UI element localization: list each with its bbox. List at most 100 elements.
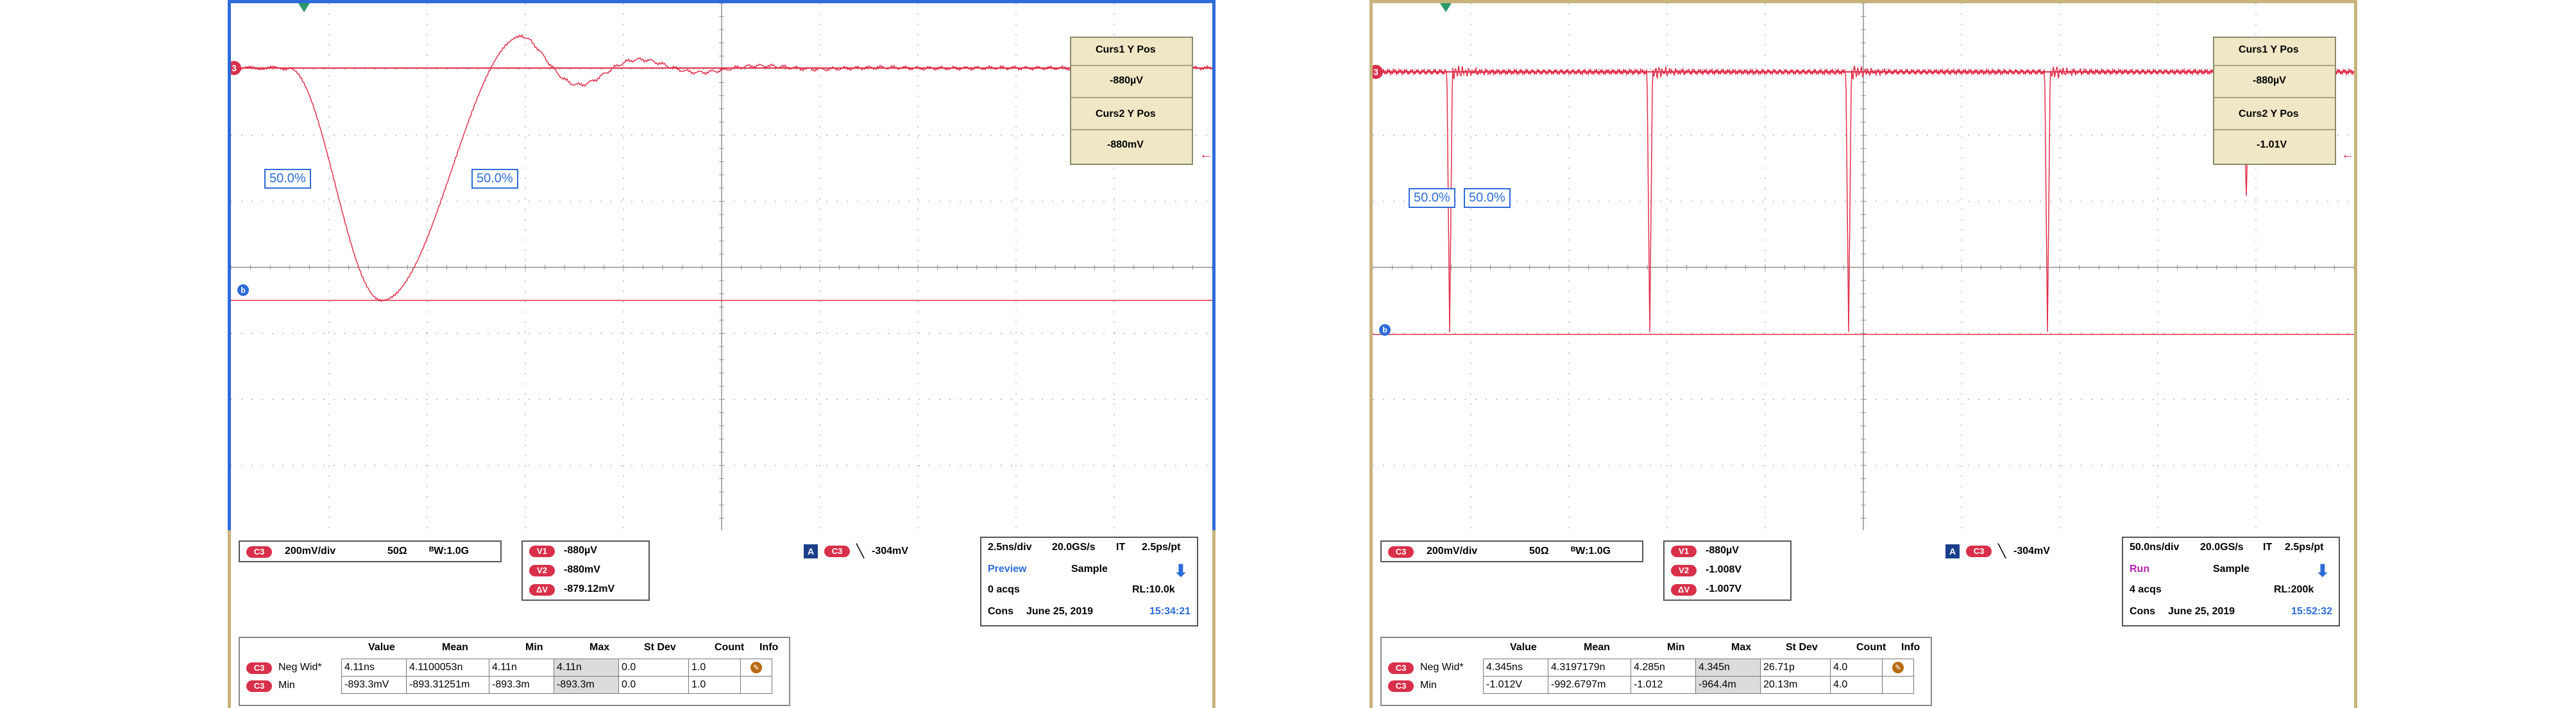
timebase-settings[interactable]: 2.5ns/div 20.0GS/s IT 2.5ps/pt Preview S…: [980, 537, 1198, 626]
table-row: 4.11ns 4.1100053n 4.11n 4.11n 0.0 1.0 ✎: [341, 659, 772, 677]
time-per-div: 50.0ns/div: [2130, 542, 2180, 553]
meas-cell: -893.31251m: [406, 676, 489, 694]
meas-cell: 1.0: [688, 659, 741, 677]
meas-cell: 20.13m: [1760, 676, 1831, 694]
scope-screenshot-1: 3 b 50.0% 50.0% Curs1 Y Pos -880µV Curs2…: [228, 0, 1216, 708]
channel-bandwidth: ᴮW:1.0G: [1571, 546, 1611, 557]
measurement-table: 4.11ns 4.1100053n 4.11n 4.11n 0.0 1.0 ✎ …: [341, 659, 772, 694]
cursor-v2-badge: V2: [529, 565, 555, 576]
measurement-50pct-left: 50.0%: [264, 169, 311, 189]
info-icon[interactable]: ✎: [750, 662, 762, 673]
curs2-label: Curs2 Y Pos: [1096, 108, 1156, 119]
cursor-readout-box: Curs1 Y Pos -880µV Curs2 Y Pos -1.01V: [2213, 37, 2336, 165]
channel-settings[interactable]: C3 200mV/div 50Ω ᴮW:1.0G: [239, 540, 502, 562]
time-per-div: 2.5ns/div: [988, 542, 1032, 553]
channel-3-marker: 3: [231, 61, 241, 75]
cons-label: Cons: [988, 606, 1013, 617]
table-row: 4.345ns 4.3197179n 4.285n 4.345n 26.71p …: [1483, 659, 1914, 677]
measurement-50pct-right: 50.0%: [471, 169, 518, 189]
cursor-v1-badge: V1: [529, 546, 555, 557]
falling-edge-icon: ╲: [1998, 544, 2006, 558]
curs2-label: Curs2 Y Pos: [2239, 108, 2299, 119]
meas-cell: 4.11n: [554, 659, 619, 677]
meas-header-min: Min: [525, 642, 543, 653]
meas-cell: [1882, 676, 1914, 694]
meas-cell: -964.4m: [1695, 676, 1761, 694]
cursor-v1-badge: V1: [1671, 546, 1697, 557]
trigger-source-badge: C3: [824, 546, 850, 557]
cursor-v2-value: -1.008V: [1706, 564, 1742, 575]
curs1-value: -880µV: [1110, 75, 1143, 86]
meas-cell: -1.012: [1631, 676, 1696, 694]
trigger-level: -304mV: [872, 546, 908, 557]
meas-header-mean: Mean: [1584, 642, 1610, 653]
meas-header-info: Info: [759, 642, 779, 653]
measurement-50pct-right: 50.0%: [1464, 188, 1511, 208]
meas-row1-name: Neg Wid*: [278, 662, 322, 673]
cursor-v1-value: -880µV: [1706, 545, 1739, 556]
meas-cell: 4.285n: [1631, 659, 1696, 677]
trigger-settings[interactable]: A C3 ╲ -304mV: [804, 543, 964, 562]
meas-header-stdev: St Dev: [1786, 642, 1818, 653]
acq-indicator-icon: ⬇: [2316, 561, 2330, 580]
capture-time: 15:34:21: [1149, 606, 1191, 617]
meas-header-max: Max: [1731, 642, 1752, 653]
meas-header-count: Count: [715, 642, 745, 653]
scope-screenshot-2: 3 b 50.0% 50.0% Curs1 Y Pos -880µV Curs2…: [1369, 0, 2357, 708]
channel-settings[interactable]: C3 200mV/div 50Ω ᴮW:1.0G: [1380, 540, 1643, 562]
trigger-a-badge: A: [804, 544, 818, 558]
capture-date: June 25, 2019: [1026, 606, 1094, 617]
waveform-display-1: 3 b 50.0% 50.0% Curs1 Y Pos -880µV Curs2…: [228, 0, 1216, 535]
curs1-label: Curs1 Y Pos: [1096, 44, 1156, 55]
channel-bandwidth: ᴮW:1.0G: [429, 546, 470, 557]
meas-row1-name: Neg Wid*: [1420, 662, 1464, 673]
meas-header-count: Count: [1856, 642, 1886, 653]
channel-scale: 200mV/div: [1427, 546, 1478, 557]
timebase-settings[interactable]: 50.0ns/div 20.0GS/s IT 2.5ps/pt Run Samp…: [2122, 537, 2340, 626]
meas-cell: 4.3197179n: [1548, 659, 1631, 677]
curs2-value: -880mV: [1107, 139, 1144, 150]
channel-badge: C3: [1388, 546, 1414, 558]
meas-cell: 4.11ns: [341, 659, 407, 677]
acq-indicator-icon: ⬇: [1174, 561, 1188, 580]
trigger-source-badge: C3: [1966, 546, 1992, 557]
waveform-display-2: 3 b 50.0% 50.0% Curs1 Y Pos -880µV Curs2…: [1369, 0, 2357, 535]
meas-info-cell[interactable]: ✎: [1882, 659, 1914, 677]
meas-cell: 4.0: [1830, 676, 1883, 694]
info-icon[interactable]: ✎: [1892, 662, 1904, 673]
ref-b-marker: b: [1379, 324, 1391, 336]
meas-cell: -893.3m: [554, 676, 619, 694]
meas-header-info: Info: [1901, 642, 1920, 653]
meas-cell: -992.6797m: [1548, 676, 1631, 694]
meas-header-max: Max: [589, 642, 610, 653]
capture-time: 15:52:32: [2291, 606, 2333, 617]
ref-b-marker: b: [237, 284, 249, 296]
meas-header-mean: Mean: [442, 642, 468, 653]
trigger-level: -304mV: [2013, 546, 2050, 557]
table-row: -1.012V -992.6797m -1.012 -964.4m 20.13m…: [1483, 676, 1914, 694]
trigger-settings[interactable]: A C3 ╲ -304mV: [1945, 543, 2106, 562]
meas-row2-badge: C3: [246, 680, 272, 692]
meas-row1-badge: C3: [246, 662, 272, 674]
trigger-a-badge: A: [1945, 544, 1960, 558]
curs2-value: -1.01V: [2257, 139, 2287, 150]
acquisition-mode: Sample: [2213, 564, 2250, 574]
cursor-v1-value: -880µV: [564, 545, 597, 556]
channel-impedance: 50Ω: [387, 546, 407, 557]
meas-cell: 0.0: [618, 659, 689, 677]
meas-info-cell[interactable]: ✎: [740, 659, 772, 677]
channel-scale: 200mV/div: [285, 546, 336, 557]
acq-mode-it: IT: [2263, 542, 2273, 553]
meas-row1-badge: C3: [1388, 662, 1414, 674]
cursor-arrow-icon: ←: [1199, 148, 1212, 162]
cursor-readout-box: Curs1 Y Pos -880µV Curs2 Y Pos -880mV: [1070, 37, 1193, 165]
meas-cell: 0.0: [618, 676, 689, 694]
acquisition-count: 4 acqs: [2130, 584, 2162, 595]
cursor-dv-badge: ΔV: [529, 584, 555, 596]
cursor-v2-badge: V2: [1671, 565, 1697, 576]
waveform-graticule-2: [1373, 3, 2354, 531]
measurement-table: 4.345ns 4.3197179n 4.285n 4.345n 26.71p …: [1483, 659, 1914, 694]
channel-3-marker: 3: [1373, 65, 1383, 79]
meas-cell: 26.71p: [1760, 659, 1831, 677]
cursor-dv-value: -879.12mV: [564, 583, 615, 594]
